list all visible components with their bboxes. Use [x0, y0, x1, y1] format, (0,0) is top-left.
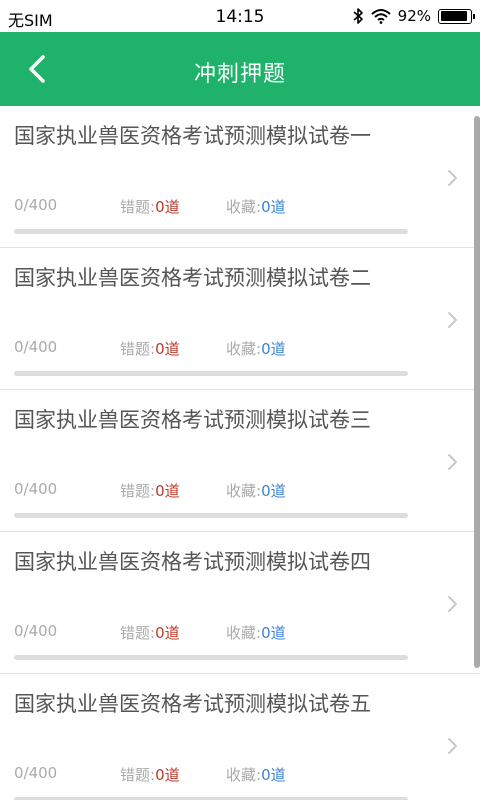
favorite-questions: 收藏:0道	[226, 338, 286, 359]
wifi-icon	[370, 9, 391, 24]
battery-level	[440, 11, 468, 21]
favorite-questions: 收藏:0道	[226, 196, 286, 217]
favorite-count: 0道	[261, 198, 286, 216]
paper-stats: 0/400 错题:0道 收藏:0道	[14, 196, 414, 216]
wrong-label: 错题:	[120, 198, 156, 216]
favorite-label: 收藏:	[226, 766, 262, 784]
list-item[interactable]: 国家执业兽医资格考试预测模拟试卷二 0/400 错题:0道 收藏:0道	[0, 248, 480, 390]
paper-list[interactable]: 国家执业兽医资格考试预测模拟试卷一 0/400 错题:0道 收藏:0道 国家执业…	[0, 106, 480, 800]
battery-icon	[438, 8, 475, 24]
nav-bar: 冲刺押题	[0, 32, 480, 106]
progress-count: 0/400	[14, 622, 58, 640]
paper-title: 国家执业兽医资格考试预测模拟试卷五	[14, 692, 371, 716]
wrong-questions: 错题:0道	[120, 622, 180, 643]
status-icons: 92%	[352, 6, 475, 26]
progress-count: 0/400	[14, 338, 58, 356]
favorite-label: 收藏:	[226, 198, 262, 216]
wrong-questions: 错题:0道	[120, 196, 180, 217]
wrong-count: 0道	[155, 482, 180, 500]
favorite-count: 0道	[261, 766, 286, 784]
paper-title: 国家执业兽医资格考试预测模拟试卷三	[14, 408, 371, 432]
wrong-count: 0道	[155, 766, 180, 784]
chevron-right-icon	[448, 312, 457, 328]
wrong-questions: 错题:0道	[120, 480, 180, 501]
wrong-count: 0道	[155, 340, 180, 358]
favorite-label: 收藏:	[226, 340, 262, 358]
list-item[interactable]: 国家执业兽医资格考试预测模拟试卷五 0/400 错题:0道 收藏:0道	[0, 674, 480, 800]
paper-stats: 0/400 错题:0道 收藏:0道	[14, 622, 414, 642]
chevron-right-icon	[448, 170, 457, 186]
progress-bar	[14, 655, 408, 660]
favorite-label: 收藏:	[226, 624, 262, 642]
favorite-questions: 收藏:0道	[226, 480, 286, 501]
chevron-right-icon	[448, 738, 457, 754]
battery-percent: 92%	[397, 7, 431, 25]
wrong-count: 0道	[155, 198, 180, 216]
wrong-label: 错题:	[120, 340, 156, 358]
favorite-count: 0道	[261, 482, 286, 500]
wrong-count: 0道	[155, 624, 180, 642]
favorite-label: 收藏:	[226, 482, 262, 500]
wrong-questions: 错题:0道	[120, 338, 180, 359]
favorite-count: 0道	[261, 624, 286, 642]
paper-title: 国家执业兽医资格考试预测模拟试卷四	[14, 550, 371, 574]
list-item[interactable]: 国家执业兽医资格考试预测模拟试卷四 0/400 错题:0道 收藏:0道	[0, 532, 480, 674]
favorite-questions: 收藏:0道	[226, 764, 286, 785]
favorite-questions: 收藏:0道	[226, 622, 286, 643]
favorite-count: 0道	[261, 340, 286, 358]
wrong-label: 错题:	[120, 624, 156, 642]
progress-bar	[14, 513, 408, 518]
progress-count: 0/400	[14, 764, 58, 782]
paper-title: 国家执业兽医资格考试预测模拟试卷二	[14, 266, 371, 290]
wrong-label: 错题:	[120, 766, 156, 784]
list-item[interactable]: 国家执业兽医资格考试预测模拟试卷一 0/400 错题:0道 收藏:0道	[0, 106, 480, 248]
page-title: 冲刺押题	[193, 62, 286, 87]
scrollbar[interactable]	[474, 116, 480, 668]
paper-title: 国家执业兽医资格考试预测模拟试卷一	[14, 124, 371, 148]
bluetooth-icon	[353, 8, 363, 24]
list-item[interactable]: 国家执业兽医资格考试预测模拟试卷三 0/400 错题:0道 收藏:0道	[0, 390, 480, 532]
paper-stats: 0/400 错题:0道 收藏:0道	[14, 480, 414, 500]
status-bar: 无SIM 14:15 92%	[0, 0, 480, 32]
progress-bar	[14, 229, 408, 234]
wrong-label: 错题:	[120, 482, 156, 500]
progress-bar	[14, 371, 408, 376]
paper-stats: 0/400 错题:0道 收藏:0道	[14, 764, 414, 784]
chevron-right-icon	[448, 596, 457, 612]
progress-count: 0/400	[14, 196, 58, 214]
wrong-questions: 错题:0道	[120, 764, 180, 785]
chevron-right-icon	[448, 454, 457, 470]
progress-count: 0/400	[14, 480, 58, 498]
paper-stats: 0/400 错题:0道 收藏:0道	[14, 338, 414, 358]
